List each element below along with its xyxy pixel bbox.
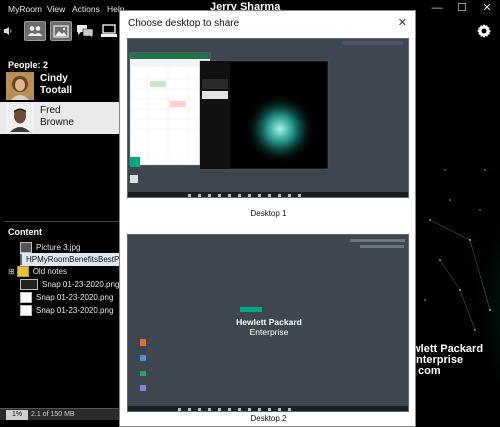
content-item-snap[interactable]: Snap 01-23-2020.png (20, 291, 113, 304)
speaker-icon[interactable] (2, 21, 14, 41)
desktop-1-label: Desktop 1 (250, 209, 287, 218)
menu-actions[interactable]: Actions (72, 4, 100, 14)
hpe-logo-text: Hewlett Packard Enterprise (236, 317, 302, 337)
avatar (6, 104, 34, 132)
content-heading: Content (8, 227, 42, 237)
expand-icon[interactable]: ⊞ (8, 267, 15, 276)
desktop-1-thumbnail[interactable] (127, 38, 409, 198)
content-item-snap[interactable]: Snap 01-23-2020.png (20, 278, 119, 291)
gear-icon[interactable] (476, 23, 492, 39)
desktop-2-thumbnail[interactable]: Hewlett Packard Enterprise (127, 234, 409, 412)
desktop-2-label: Desktop 2 (250, 414, 287, 423)
storage-status-bar: 1% 2.1 of 150 MB (0, 408, 120, 420)
minimize-button[interactable]: — (430, 2, 444, 14)
desktop-icon[interactable] (98, 21, 120, 41)
participant-name: Cindy Tootall (40, 73, 73, 96)
background-brand-text: ewlett Packard nterprise com (406, 343, 484, 377)
image-file-icon (20, 279, 38, 290)
dialog-title: Choose desktop to share (128, 18, 240, 29)
divider (4, 221, 120, 222)
image-file-icon (20, 305, 32, 316)
content-item-folder[interactable]: ⊞ Old notes (8, 265, 67, 278)
participant-name: Fred Browne (40, 105, 74, 128)
folder-icon (16, 266, 29, 277)
chat-icon[interactable] (74, 21, 96, 41)
dialog-close-button[interactable]: ✕ (398, 16, 407, 29)
image-file-icon (20, 292, 32, 303)
menu-myroom[interactable]: MyRoom (8, 4, 42, 14)
avatar (6, 72, 34, 100)
share-desktop-dialog: Choose desktop to share ✕ Desktop 1 Hewl… (119, 10, 416, 427)
close-button[interactable]: ✕ (480, 2, 494, 14)
storage-percent: 1% (6, 410, 28, 420)
people-icon[interactable] (24, 21, 46, 41)
storage-usage: 2.1 of 150 MB (31, 411, 75, 418)
picture-icon[interactable] (50, 21, 72, 41)
toolbar (0, 20, 120, 46)
maximize-button[interactable]: ☐ (455, 2, 469, 14)
participant-fred[interactable]: Fred Browne (0, 102, 120, 134)
content-item-snap[interactable]: Snap 01-23-2020.png (20, 304, 113, 317)
menu-view[interactable]: View (47, 4, 65, 14)
image-file-icon (20, 242, 32, 253)
participant-cindy[interactable]: Cindy Tootall (0, 70, 120, 102)
people-heading: People: 2 (8, 60, 49, 70)
document-file-icon (20, 254, 22, 265)
